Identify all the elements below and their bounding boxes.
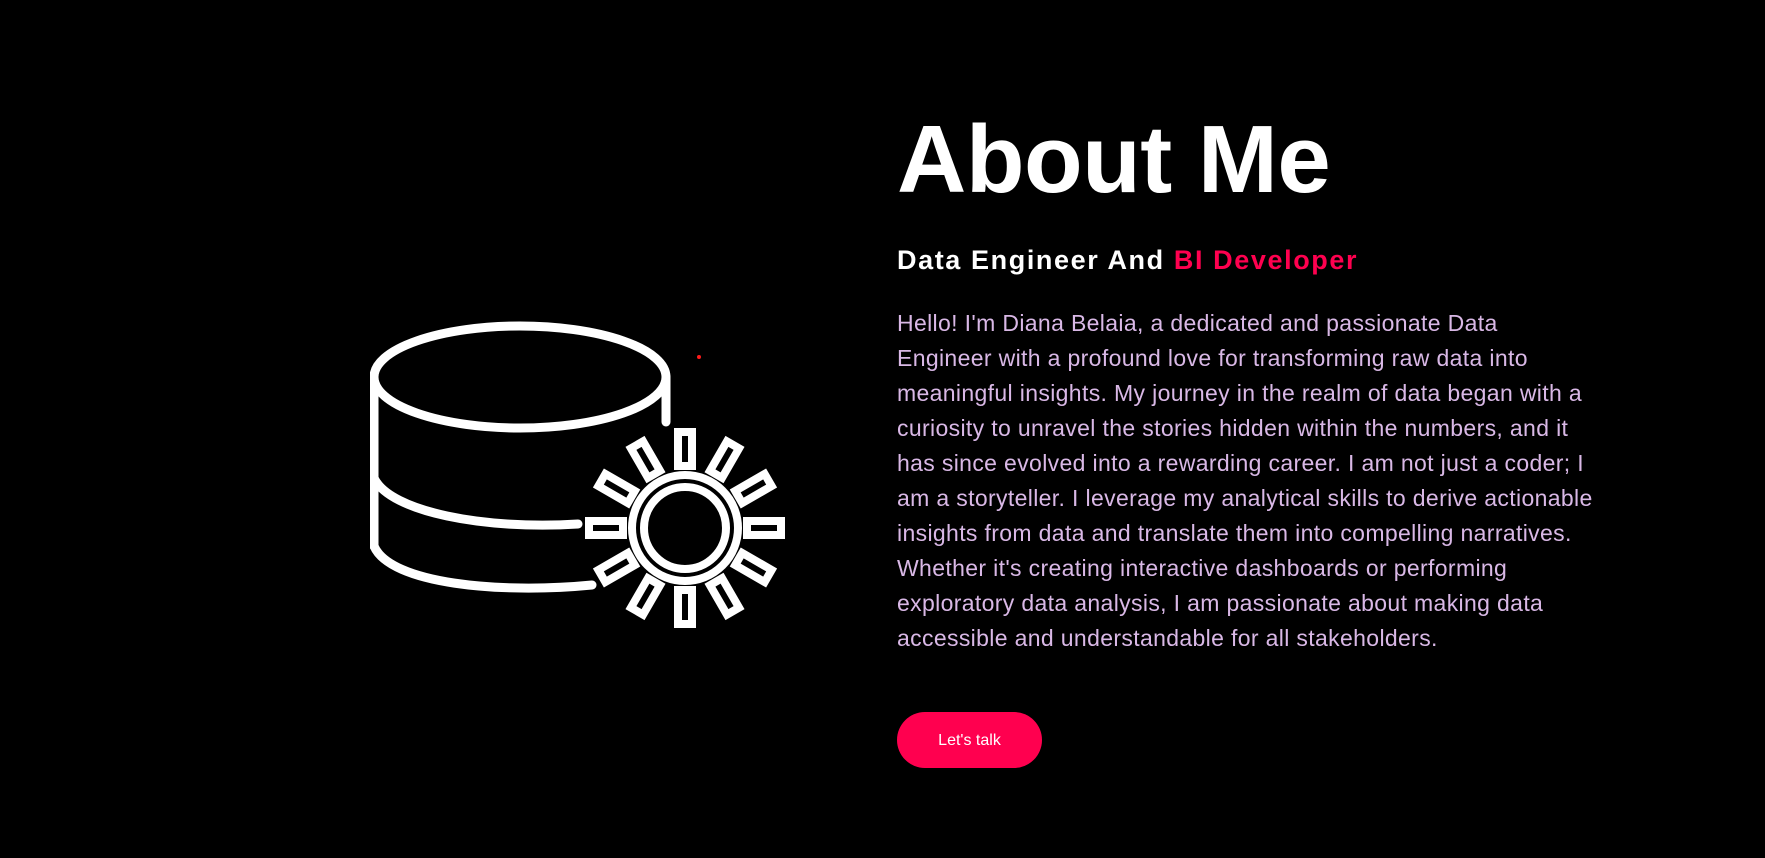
- page-title: About Me: [897, 106, 1331, 213]
- role-subtitle-plain: Data Engineer And: [897, 245, 1165, 275]
- role-subtitle-accent: BI Developer: [1173, 245, 1359, 275]
- bio-paragraph: Hello! I'm Diana Belaia, a dedicated and…: [897, 310, 1593, 651]
- about-content: About Me Data Engineer And BI Developer …: [897, 110, 1597, 768]
- role-subtitle: Data Engineer And BI Developer: [897, 244, 1597, 276]
- about-section: About Me Data Engineer And BI Developer …: [0, 0, 1765, 858]
- database-gear-icon: [370, 321, 800, 640]
- lets-talk-button[interactable]: Let's talk: [897, 712, 1042, 768]
